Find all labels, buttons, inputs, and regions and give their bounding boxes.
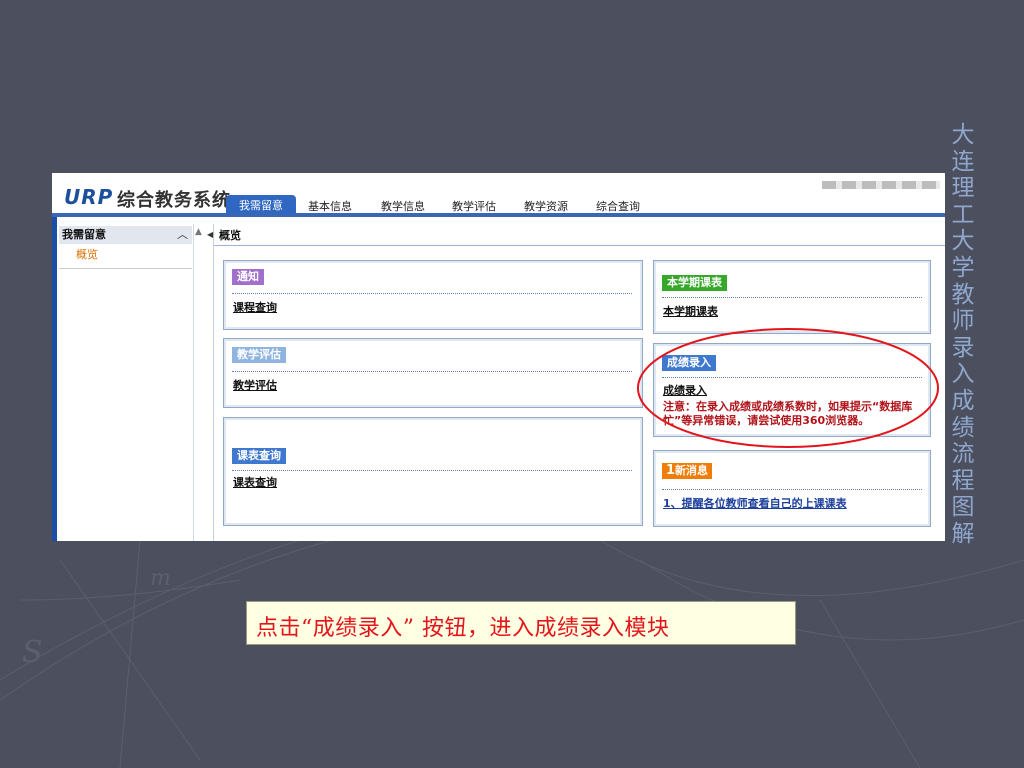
panel-divider [232, 371, 632, 373]
notice-tag: 通知 [232, 269, 264, 285]
panel-schedule: 课表查询 课表查询 [223, 417, 643, 526]
sidebar-item-overview[interactable]: 概览 [76, 246, 98, 262]
sidebar [59, 224, 194, 541]
panel-divider [662, 297, 922, 299]
breadcrumb: 概览 [219, 229, 241, 242]
panel-divider [662, 489, 922, 491]
panel-divider [232, 470, 632, 472]
side-title: 大连理工大学教师录入成绩流程图解 [951, 122, 975, 547]
app-header: URP 综合教务系统 我需留意 基本信息 教学信息 教学评估 教学资源 综合查询 [52, 173, 945, 217]
grade-entry-note: 注意：在录入成绩或成绩系数时，如果提示“数据库忙”等异常错误，请尝试使用360浏… [663, 400, 913, 427]
grades-tag: 成绩录入 [662, 355, 716, 371]
semester-schedule-link[interactable]: 本学期课表 [663, 303, 718, 319]
svg-text:S: S [22, 635, 43, 670]
messages-tag-label: 新消息 [675, 464, 709, 477]
caption-box: 点击“成绩录入” 按钮，进入成绩录入模块 [246, 601, 796, 645]
message-item-link[interactable]: 1、提醒各位教师查看自己的上课课表 [663, 495, 847, 511]
tab-attention[interactable]: 我需留意 [226, 195, 296, 215]
messages-tag: 1新消息 [662, 463, 713, 479]
course-query-link[interactable]: 课程查询 [233, 299, 277, 315]
chevron-up-icon[interactable]: ︿ [177, 226, 188, 244]
blurred-user-info [822, 181, 940, 189]
grade-entry-link[interactable]: 成绩录入 [663, 382, 707, 398]
panel-semester: 本学期课表 本学期课表 [653, 260, 931, 334]
panel-divider [232, 293, 632, 295]
sidebar-scroll-column [193, 224, 214, 541]
panel-eval: 教学评估 教学评估 [223, 338, 643, 408]
message-count-badge: 1 [666, 463, 676, 478]
panel-messages: 1新消息 1、提醒各位教师查看自己的上课课表 [653, 450, 931, 527]
header-bar [52, 213, 945, 217]
schedule-tag: 课表查询 [232, 448, 286, 464]
teaching-eval-link[interactable]: 教学评估 [233, 377, 277, 393]
urp-screenshot: URP 综合教务系统 我需留意 基本信息 教学信息 教学评估 教学资源 综合查询… [52, 173, 945, 541]
panel-divider [662, 377, 922, 379]
logo-urp: URP [64, 185, 114, 209]
collapse-left-icon[interactable]: ◀ [207, 230, 213, 239]
breadcrumb-divider [214, 245, 945, 246]
eval-tag: 教学评估 [232, 347, 286, 363]
schedule-query-link[interactable]: 课表查询 [233, 474, 277, 490]
caption-text: 点击“成绩录入” 按钮，进入成绩录入模块 [256, 616, 670, 641]
panel-grades: 成绩录入 成绩录入 注意：在录入成绩或成绩系数时，如果提示“数据库忙”等异常错误… [653, 343, 931, 437]
logo-system-name: 综合教务系统 [117, 190, 231, 211]
semester-tag: 本学期课表 [662, 275, 727, 291]
panel-notice: 通知 课程查询 [223, 260, 643, 330]
sidebar-header[interactable]: 我需留意 [59, 226, 192, 244]
left-accent-bar [52, 217, 57, 541]
svg-text:m: m [150, 566, 171, 591]
scroll-up-icon[interactable]: ▲ [195, 227, 202, 237]
